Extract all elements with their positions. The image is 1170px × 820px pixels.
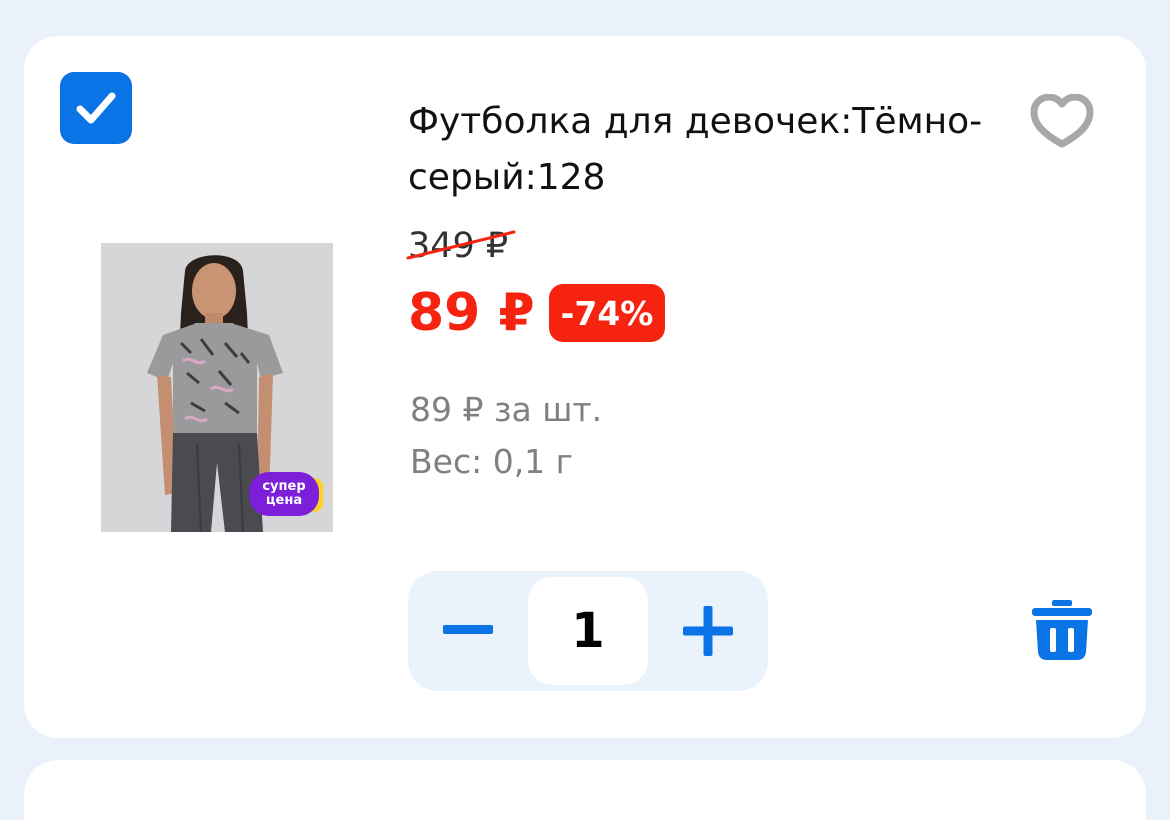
quantity-stepper: 1 xyxy=(408,571,768,691)
plus-icon xyxy=(683,606,733,656)
product-title[interactable]: Футболка для девочек:Тёмно-серый:128 xyxy=(408,94,1008,206)
quantity-value[interactable]: 1 xyxy=(528,577,648,685)
next-cart-item-card xyxy=(24,760,1146,820)
decrease-quantity-button[interactable] xyxy=(438,601,498,661)
badge-line-2: цена xyxy=(265,493,303,508)
current-price: 89 ₽ xyxy=(408,283,535,343)
strikethrough-line xyxy=(406,230,516,260)
heart-icon xyxy=(1030,93,1094,148)
product-image[interactable]: супер цена xyxy=(101,243,333,532)
select-item-checkbox[interactable] xyxy=(60,72,132,144)
discount-badge: -74% xyxy=(548,284,666,342)
item-weight: Вес: 0,1 г xyxy=(410,442,574,481)
checkmark-icon xyxy=(76,92,116,124)
delete-item-button[interactable] xyxy=(1030,598,1094,662)
cart-item-card: супер цена Футболка для девочек:Тёмно-се… xyxy=(24,36,1146,738)
minus-icon xyxy=(443,625,493,634)
badge-label: супер цена xyxy=(249,472,319,516)
trash-icon xyxy=(1032,600,1092,660)
old-price: 349 ₽ xyxy=(406,226,516,266)
favorite-button[interactable] xyxy=(1030,93,1094,150)
unit-price: 89 ₽ за шт. xyxy=(410,390,603,429)
price-row: 89 ₽ -74% xyxy=(408,283,666,343)
increase-quantity-button[interactable] xyxy=(678,601,738,661)
super-price-badge: супер цена xyxy=(247,472,323,518)
badge-line-1: супер xyxy=(262,479,306,494)
